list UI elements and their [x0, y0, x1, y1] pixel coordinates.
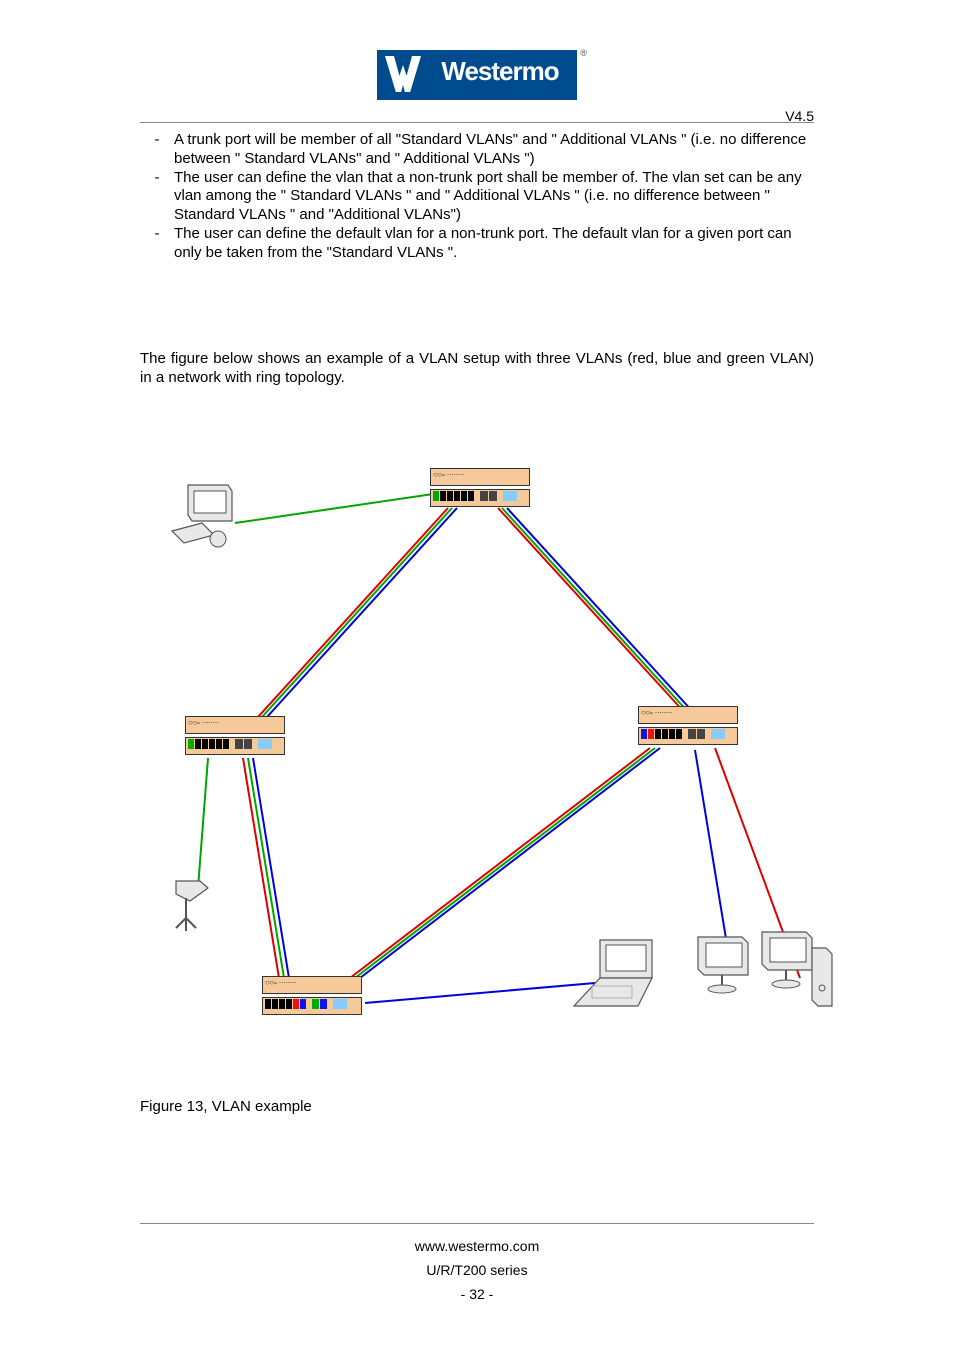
- bullet-list: - A trunk port will be member of all "St…: [140, 131, 814, 262]
- switch-right-panel-icon: ○○▫▫ ········: [638, 706, 738, 724]
- list-item: - The user can define the default vlan f…: [140, 225, 814, 263]
- intro-paragraph: The figure below shows an example of a V…: [140, 350, 814, 388]
- desktop-pc-icon: [170, 483, 245, 562]
- footer-page-number: - 32 -: [140, 1286, 814, 1302]
- switch-bottom: ○○▫▫ ········: [262, 976, 362, 1015]
- switch-top: ○○▫▫ ········: [430, 468, 530, 507]
- version-label: V4.5: [785, 108, 814, 124]
- dash-icon: -: [140, 169, 174, 188]
- dash-icon: -: [140, 131, 174, 150]
- figure-caption: Figure 13, VLAN example: [140, 1098, 814, 1115]
- bullet-text: A trunk port will be member of all "Stan…: [174, 131, 814, 169]
- logo-text: Westermo: [429, 56, 571, 87]
- switch-top-panel-icon: ○○▫▫ ········: [430, 468, 530, 486]
- switch-bottom-panel-icon: ○○▫▫ ········: [262, 976, 362, 994]
- switch-left-panel-icon: ○○▫▫ ········: [185, 716, 285, 734]
- switch-left: ○○▫▫ ········: [185, 716, 285, 755]
- switch-top-ports-icon: [430, 489, 530, 507]
- dash-icon: -: [140, 225, 174, 244]
- bullet-text: The user can define the vlan that a non-…: [174, 169, 814, 225]
- footer-url: www.westermo.com: [140, 1238, 814, 1254]
- page-footer: www.westermo.com U/R/T200 series - 32 -: [140, 1216, 814, 1310]
- monitor-blue-icon: [694, 933, 752, 999]
- laptop-icon: [570, 938, 665, 1017]
- camera-icon: [168, 876, 218, 935]
- header-divider: [140, 122, 814, 123]
- list-item: - A trunk port will be member of all "St…: [140, 131, 814, 169]
- desktop-tower-icon: [758, 928, 838, 1017]
- page-header: Westermo ® V4.5: [140, 50, 814, 100]
- list-item: - The user can define the vlan that a no…: [140, 169, 814, 225]
- vlan-diagram: ○○▫▫ ········ ○○▫▫ ········ ○○▫▫ ·······…: [140, 458, 814, 1058]
- switch-right-ports-icon: [638, 727, 738, 745]
- logo-w-icon: [385, 56, 421, 92]
- company-logo: Westermo ®: [377, 50, 577, 100]
- switch-bottom-ports-icon: [262, 997, 362, 1015]
- footer-series: U/R/T200 series: [140, 1262, 814, 1278]
- registered-trademark-icon: ®: [580, 48, 587, 58]
- switch-right: ○○▫▫ ········: [638, 706, 738, 745]
- footer-divider: [140, 1223, 814, 1224]
- bullet-text: The user can define the default vlan for…: [174, 225, 814, 263]
- document-page: Westermo ® V4.5 - A trunk port will be m…: [0, 0, 954, 1350]
- switch-left-ports-icon: [185, 737, 285, 755]
